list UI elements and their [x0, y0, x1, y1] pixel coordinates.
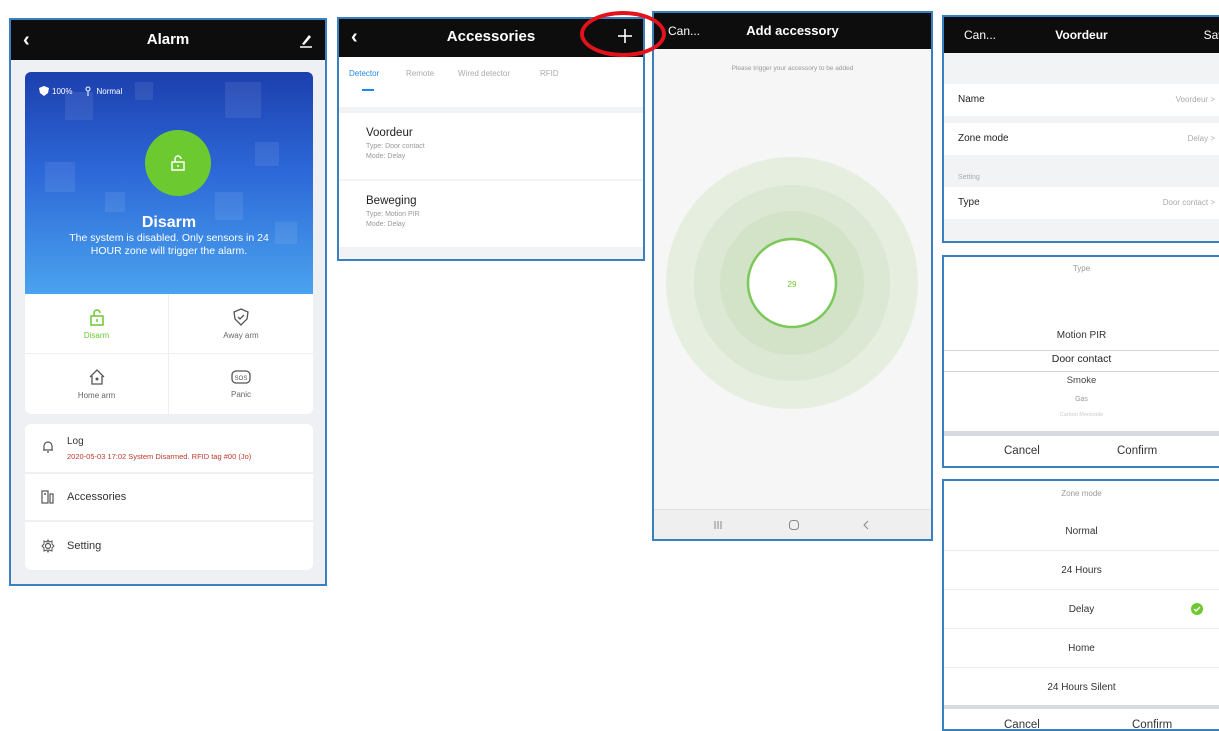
- disarm-button[interactable]: Disarm: [25, 294, 169, 354]
- accessory-mode: Mode: Delay: [366, 221, 406, 228]
- log-message: 2020-05-03 17:02 System Disarmed. RFID t…: [67, 452, 252, 461]
- accessory-mode: Mode: Delay: [366, 153, 406, 160]
- accessories-screen: ‹ Accessories Detector Remote Wired dete…: [337, 17, 645, 261]
- list-item[interactable]: Voordeur Type: Door contact Mode: Delay: [339, 113, 643, 179]
- home-arm-label: Home arm: [77, 391, 116, 400]
- pairing-radar: 29: [666, 157, 918, 409]
- back-nav-icon[interactable]: [860, 519, 872, 531]
- type-label: Type: [958, 197, 980, 208]
- setting-row[interactable]: Setting: [25, 522, 313, 570]
- picker-header: Type: [1072, 264, 1091, 273]
- add-accessory-screen: Can... Add accessory Please trigger your…: [652, 11, 933, 541]
- accessory-tabs: Detector Remote Wired detector RFID: [339, 57, 643, 107]
- picker-header: Zone mode: [1061, 489, 1102, 498]
- accessory-detail-screen: Can... Voordeur Save Name Voordeur > Zon…: [942, 15, 1219, 243]
- home-arm-button[interactable]: Home arm: [25, 354, 169, 414]
- arm-mode-grid: Disarm Away arm Home arm SOS Panic: [25, 294, 313, 414]
- unlock-icon: [89, 308, 104, 326]
- picker-option[interactable]: Carbon Monoxide: [944, 412, 1219, 418]
- type-value: Door contact >: [1162, 198, 1215, 207]
- edit-icon[interactable]: [299, 32, 313, 48]
- battery-level: 100%: [52, 86, 73, 96]
- accessory-type: Type: Motion PIR: [366, 211, 420, 218]
- setting-label: Setting: [67, 540, 102, 552]
- picker-option-selected[interactable]: Door contact: [944, 353, 1219, 365]
- type-row[interactable]: Type Door contact >: [944, 187, 1219, 219]
- zone-option-24-hours-silent[interactable]: 24 Hours Silent: [944, 668, 1219, 707]
- home-icon: [89, 369, 104, 385]
- accessory-type: Type: Door contact: [366, 143, 425, 150]
- status-hero: 100% Normal Disarm The system is disable…: [25, 72, 313, 294]
- confirm-button[interactable]: Confirm: [1117, 445, 1157, 457]
- page-title: Voordeur: [1055, 28, 1108, 42]
- name-row[interactable]: Name Voordeur >: [944, 84, 1219, 116]
- cancel-button[interactable]: Cancel: [1004, 719, 1040, 729]
- gear-icon: [41, 539, 55, 553]
- active-tab-indicator: [362, 89, 374, 91]
- away-arm-button[interactable]: Away arm: [169, 294, 313, 354]
- add-accessory-topbar: Can... Add accessory: [654, 13, 931, 49]
- sos-icon: SOS: [231, 370, 251, 384]
- svg-text:SOS: SOS: [235, 376, 248, 382]
- home-button-icon[interactable]: [788, 519, 800, 531]
- log-label: Log: [67, 436, 84, 447]
- disarm-label: Disarm: [83, 330, 110, 340]
- tab-remote[interactable]: Remote: [406, 69, 434, 78]
- alarm-screen: ‹ Alarm 100% Normal Disarm The system is…: [9, 18, 327, 586]
- picker-option[interactable]: Motion PIR: [944, 330, 1219, 341]
- bell-icon: [43, 441, 53, 453]
- setting-section-header: Setting: [958, 174, 980, 181]
- status-description: The system is disabled. Only sensors in …: [69, 232, 269, 257]
- panic-button[interactable]: SOS Panic: [169, 354, 313, 414]
- countdown-timer: 29: [788, 280, 797, 289]
- name-label: Name: [958, 94, 985, 105]
- accessories-row[interactable]: Accessories: [25, 474, 313, 520]
- log-row[interactable]: Log 2020-05-03 17:02 System Disarmed. RF…: [25, 424, 313, 472]
- annotation-circle: [580, 11, 666, 57]
- tab-detector[interactable]: Detector: [349, 69, 379, 78]
- status-title: Disarm: [141, 214, 197, 231]
- antenna-icon: [85, 86, 91, 96]
- recent-apps-icon[interactable]: [712, 519, 724, 531]
- trigger-hint: Please trigger your accessory to be adde…: [731, 65, 854, 72]
- picker-option[interactable]: Smoke: [944, 375, 1219, 386]
- page-title: Alarm: [146, 31, 190, 48]
- zone-option-24-hours[interactable]: 24 Hours: [944, 551, 1219, 590]
- accessory-icon: [41, 490, 54, 504]
- zone-mode-value: Delay >: [1187, 134, 1215, 143]
- picker-option[interactable]: Gas: [944, 396, 1219, 403]
- tab-wired-detector[interactable]: Wired detector: [458, 69, 510, 78]
- picker-divider: [944, 431, 1219, 436]
- shield-check-icon: [233, 307, 249, 326]
- shield-icon: [39, 86, 49, 96]
- page-title: Add accessory: [746, 23, 839, 38]
- zone-option-home[interactable]: Home: [944, 629, 1219, 668]
- list-item[interactable]: Beweging Type: Motion PIR Mode: Delay: [339, 181, 643, 247]
- check-icon: [1191, 603, 1203, 615]
- alarm-topbar: ‹ Alarm: [11, 20, 325, 60]
- signal-status: Normal: [96, 86, 123, 96]
- zone-mode-label: Zone mode: [958, 133, 1009, 144]
- cancel-button[interactable]: Cancel: [1004, 445, 1040, 457]
- type-picker: Type Motion PIR Door contact Smoke Gas C…: [942, 255, 1219, 468]
- zone-mode-picker: Zone mode Normal 24 Hours Delay Home 24 …: [942, 479, 1219, 731]
- away-arm-label: Away arm: [223, 330, 259, 340]
- panic-label: Panic: [230, 390, 251, 399]
- accessory-name: Voordeur: [366, 127, 413, 139]
- unlock-icon: [171, 155, 185, 171]
- android-navbar: [654, 509, 931, 539]
- device-status: 100% Normal: [39, 86, 122, 96]
- picker-divider: [944, 705, 1219, 709]
- zone-mode-row[interactable]: Zone mode Delay >: [944, 123, 1219, 155]
- tab-rfid[interactable]: RFID: [540, 69, 559, 78]
- accessory-name: Beweging: [366, 195, 417, 207]
- disarm-status-circle[interactable]: [145, 130, 211, 196]
- confirm-button[interactable]: Confirm: [1132, 719, 1172, 729]
- save-button[interactable]: Save: [1204, 17, 1219, 53]
- detail-topbar: Can... Voordeur Save: [944, 17, 1219, 53]
- accessories-label: Accessories: [67, 491, 127, 503]
- zone-option-delay[interactable]: Delay: [944, 590, 1219, 629]
- name-value: Voordeur >: [1175, 95, 1215, 104]
- zone-option-normal[interactable]: Normal: [944, 512, 1219, 551]
